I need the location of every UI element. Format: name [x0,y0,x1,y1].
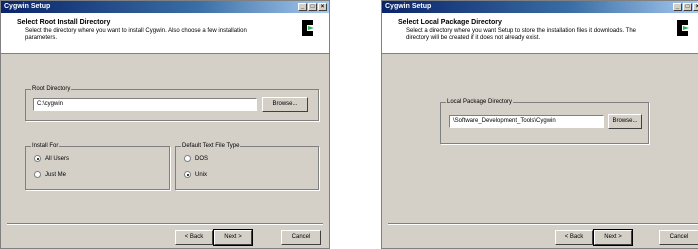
radio-unselected-icon [34,171,41,178]
radio-dos-label: DOS [195,155,209,162]
close-icon[interactable]: × [693,3,698,11]
radio-selected-icon [184,171,191,178]
radio-just-me[interactable]: Just Me [34,171,66,178]
local-package-directory-group: Local Package Directory \Software_Develo… [440,98,649,144]
footer-separator [7,223,323,225]
install-for-group: Install For All Users Just Me [25,142,170,190]
maximize-icon[interactable]: □ [683,3,692,11]
window-title: Cygwin Setup [4,3,51,10]
maximize-icon[interactable]: □ [308,3,317,11]
cygwin-logo-icon [302,20,314,36]
local-package-directory-input[interactable]: \Software_Development_Tools\Cygwin [449,115,604,128]
radio-unix[interactable]: Unix [184,171,207,178]
radio-selected-icon [34,155,41,162]
header-panel: Select Root Install Directory Select the… [1,13,329,54]
text-file-type-group: Default Text File Type DOS Unix [175,142,319,190]
radio-all-users-label: All Users [45,155,70,162]
local-package-dialog: Cygwin Setup _ □ × Select Local Package … [381,0,698,249]
radio-just-me-label: Just Me [45,171,67,178]
root-directory-label: Root Directory [31,85,72,94]
window-title: Cygwin Setup [385,3,432,10]
next-button[interactable]: Next > [593,229,633,246]
root-directory-input[interactable]: C:\cygwin [33,98,257,111]
header-description: Select the directory where you want to i… [25,28,247,41]
back-button[interactable]: < Back [175,230,213,245]
root-directory-group: Root Directory C:\cygwin Browse... [25,85,319,121]
browse-button[interactable]: Browse... [608,114,642,129]
minimize-icon[interactable]: _ [298,3,307,11]
browse-button[interactable]: Browse... [262,97,308,112]
install-for-label: Install For [31,142,60,151]
header-description: Select a directory where you want Setup … [406,28,637,41]
back-button[interactable]: < Back [555,230,593,245]
next-button[interactable]: Next > [213,229,253,246]
header-title: Select Local Package Directory [398,19,502,26]
title-bar[interactable]: Cygwin Setup _ □ × [382,1,698,13]
radio-unix-label: Unix [195,171,208,178]
footer-separator [388,223,698,225]
cygwin-logo-icon [677,20,689,36]
root-install-dialog: Cygwin Setup _ □ × Select Root Install D… [0,0,330,249]
close-icon[interactable]: × [318,3,327,11]
local-package-directory-label: Local Package Directory [446,98,514,107]
cancel-button[interactable]: Cancel [659,230,698,245]
text-file-type-label: Default Text File Type [181,142,241,151]
cancel-button[interactable]: Cancel [281,230,321,245]
header-panel: Select Local Package Directory Select a … [382,13,698,54]
radio-unselected-icon [184,155,191,162]
title-bar[interactable]: Cygwin Setup _ □ × [1,1,329,13]
header-title: Select Root Install Directory [17,19,111,26]
minimize-icon[interactable]: _ [673,3,682,11]
radio-all-users[interactable]: All Users [34,155,69,162]
radio-dos[interactable]: DOS [184,155,208,162]
